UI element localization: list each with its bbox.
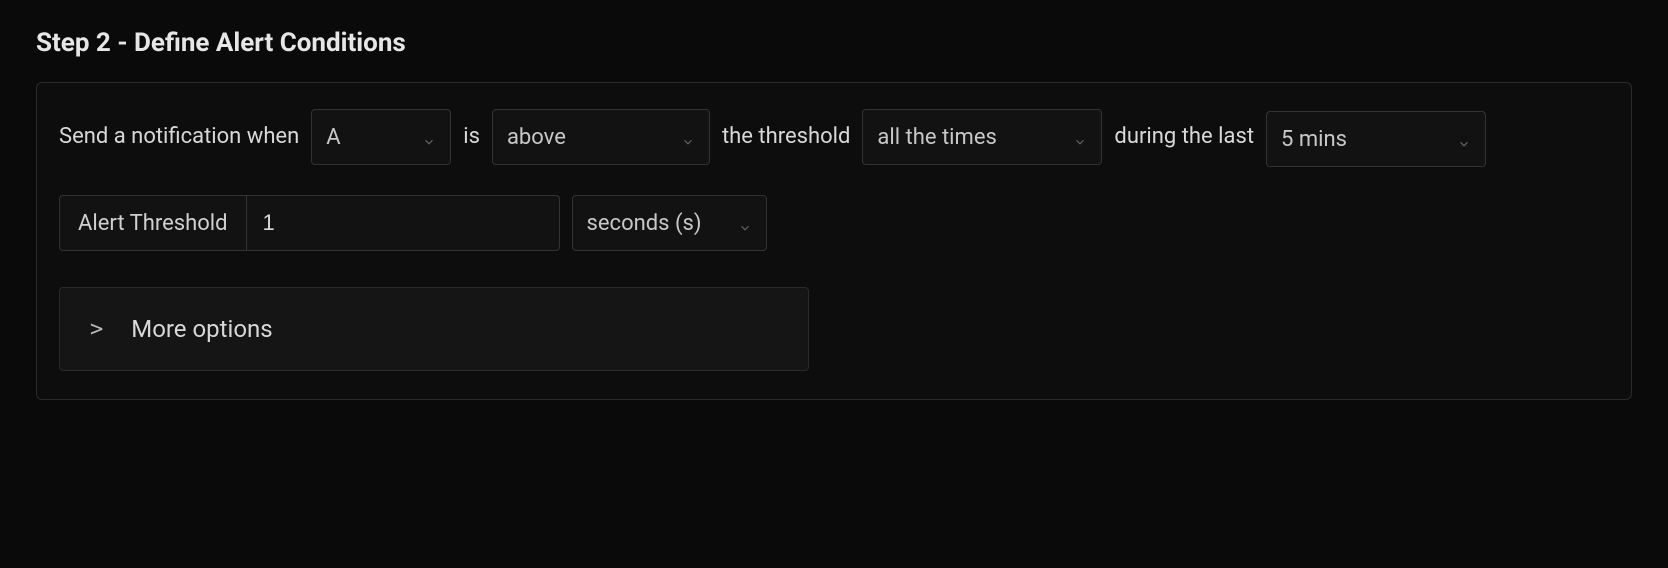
- metric-select-value: A: [326, 125, 340, 150]
- more-options-toggle[interactable]: > More options: [59, 287, 809, 371]
- chevron-down-icon: [1073, 130, 1087, 144]
- condition-prefix-text: Send a notification when: [59, 109, 299, 165]
- alert-threshold-label: Alert Threshold: [60, 196, 247, 250]
- comparison-select-value: above: [507, 125, 566, 150]
- chevron-down-icon: [422, 130, 436, 144]
- alert-threshold-group: Alert Threshold: [59, 195, 560, 251]
- threshold-text: the threshold: [722, 109, 850, 165]
- chevron-right-icon: >: [90, 317, 103, 342]
- threshold-row: Alert Threshold seconds (s): [59, 195, 1609, 251]
- step-title: Step 2 - Define Alert Conditions: [36, 28, 1632, 58]
- is-text: is: [463, 109, 480, 165]
- time-window-select-value: 5 mins: [1281, 127, 1347, 152]
- more-options-label: More options: [131, 315, 272, 343]
- time-window-select[interactable]: 5 mins: [1266, 111, 1486, 167]
- alert-conditions-panel: Send a notification when A is above the …: [36, 82, 1632, 400]
- comparison-select[interactable]: above: [492, 109, 710, 165]
- chevron-down-icon: [738, 216, 752, 230]
- during-text: during the last: [1114, 109, 1254, 165]
- alert-threshold-input[interactable]: [247, 196, 559, 250]
- frequency-select[interactable]: all the times: [862, 109, 1102, 165]
- metric-select[interactable]: A: [311, 109, 451, 165]
- condition-sentence-row: Send a notification when A is above the …: [59, 107, 1609, 167]
- chevron-down-icon: [681, 130, 695, 144]
- chevron-down-icon: [1457, 132, 1471, 146]
- unit-select[interactable]: seconds (s): [572, 195, 767, 251]
- unit-select-value: seconds (s): [587, 211, 702, 236]
- frequency-select-value: all the times: [877, 125, 996, 150]
